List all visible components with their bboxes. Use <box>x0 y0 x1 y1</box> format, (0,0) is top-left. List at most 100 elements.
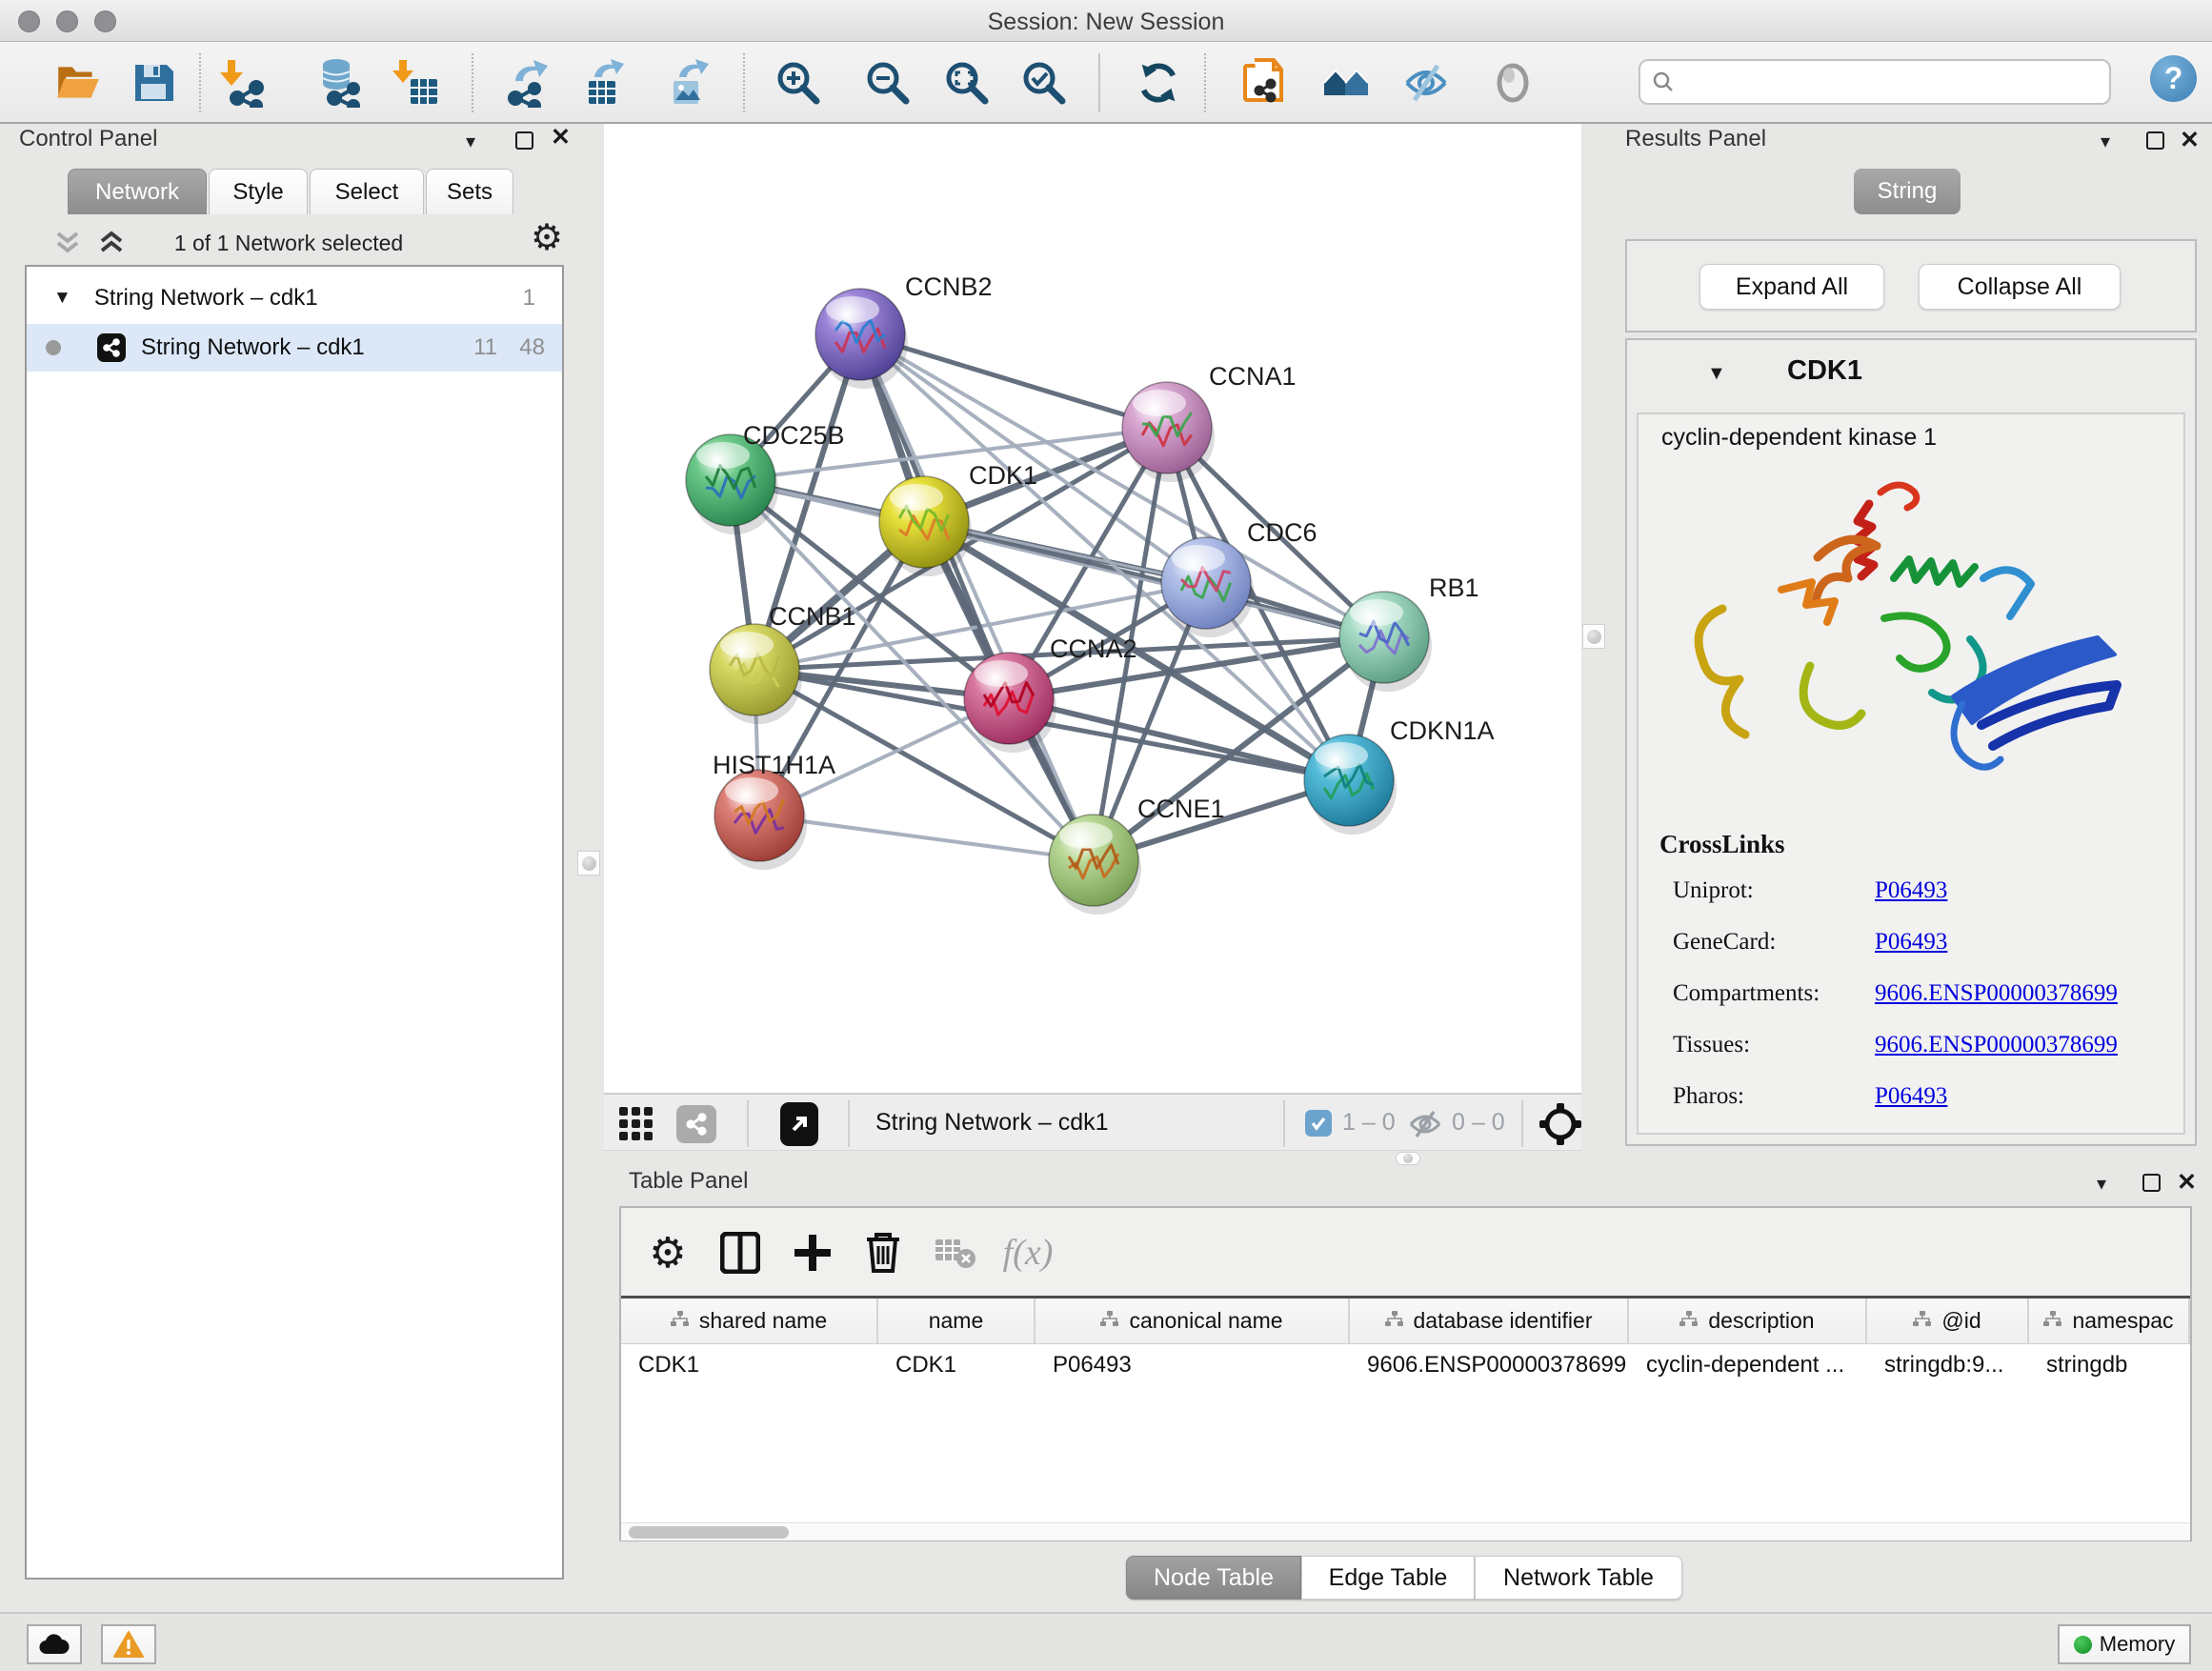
table-row[interactable]: CDK1CDK1P064939606.ENSP00000378699cyclin… <box>621 1344 2190 1386</box>
left-splitter-handle[interactable] <box>577 851 600 876</box>
zoom-out-icon[interactable] <box>861 56 915 110</box>
cell-6[interactable]: stringdb <box>2029 1344 2190 1386</box>
bottom-splitter-handle[interactable] <box>1396 1152 1420 1165</box>
crosslink-link-1[interactable]: P06493 <box>1875 929 1947 956</box>
node-CCNB2[interactable]: CCNB2 <box>815 272 993 389</box>
expand-all-button[interactable]: Expand All <box>1699 264 1884 310</box>
crosslink-link-2[interactable]: 9606.ENSP00000378699 <box>1875 980 2118 1007</box>
help-icon[interactable]: ? <box>2150 55 2197 102</box>
column-header-name[interactable]: name <box>878 1299 1036 1343</box>
crosslink-link-0[interactable]: P06493 <box>1875 877 1947 904</box>
edge-CCNE1-HIST1H1A[interactable] <box>759 815 1094 860</box>
cell-1[interactable]: CDK1 <box>878 1344 1036 1386</box>
zoom-fit-icon[interactable] <box>940 56 994 110</box>
node-CDC6[interactable]: CDC6 <box>1161 518 1317 637</box>
tab-string[interactable]: String <box>1854 169 1961 214</box>
cell-3[interactable]: 9606.ENSP00000378699 <box>1350 1344 1629 1386</box>
node-CCNA1[interactable]: CCNA1 <box>1122 362 1297 482</box>
hierarchy-icon <box>1385 1308 1404 1334</box>
show-columns-icon[interactable] <box>713 1225 768 1280</box>
node-RB1[interactable]: RB1 <box>1339 574 1479 692</box>
node-HIST1H1A[interactable]: HIST1H1A <box>713 751 835 870</box>
node-label-HIST1H1A: HIST1H1A <box>713 751 835 779</box>
network-overview-icon[interactable] <box>676 1105 716 1143</box>
entry-collapse-icon[interactable]: ▼ <box>1707 363 1726 385</box>
export-network-icon[interactable] <box>502 56 555 110</box>
node-CDC25B[interactable]: CDC25B <box>686 421 845 534</box>
collection-expand-icon[interactable]: ▼ <box>53 288 71 309</box>
create-column-icon[interactable] <box>785 1225 840 1280</box>
table-options-gear-icon[interactable]: ⚙ <box>640 1225 695 1280</box>
table-panel-close-icon[interactable]: ✕ <box>2177 1174 2197 1192</box>
scrollbar-thumb[interactable] <box>629 1526 789 1539</box>
results-panel-close-icon[interactable]: ✕ <box>2180 131 2200 150</box>
search-text[interactable] <box>1682 69 2092 95</box>
results-panel-float-icon[interactable] <box>2146 131 2164 150</box>
network-canvas[interactable]: CCNB2CCNA1CDC25BCDK1CDC6RB1CCNB1CCNA2CDK… <box>604 124 1581 1093</box>
tab-sets[interactable]: Sets <box>426 169 513 214</box>
save-session-icon[interactable] <box>127 56 180 110</box>
table-panel-menu-icon[interactable]: ▾ <box>2097 1172 2106 1196</box>
tab-select[interactable]: Select <box>310 169 424 214</box>
hide-selected-icon[interactable] <box>1399 56 1453 110</box>
function-builder-icon[interactable]: f(x) <box>1000 1225 1056 1280</box>
network-row[interactable]: String Network – cdk1 11 48 <box>27 324 562 372</box>
right-splitter-handle[interactable] <box>1582 624 1605 649</box>
column-header--id[interactable]: @id <box>1867 1299 2029 1343</box>
import-network-file-icon[interactable] <box>216 56 270 110</box>
crosslink-link-3[interactable]: 9606.ENSP00000378699 <box>1875 1032 2118 1058</box>
table-panel-float-icon[interactable] <box>2142 1174 2161 1192</box>
import-network-database-icon[interactable] <box>312 56 365 110</box>
warning-button[interactable] <box>101 1624 156 1664</box>
zoom-selected-icon[interactable] <box>1017 56 1071 110</box>
zoom-in-icon[interactable] <box>772 56 825 110</box>
birdseye-view-icon[interactable] <box>780 1102 818 1146</box>
cell-5[interactable]: stringdb:9... <box>1867 1344 2029 1386</box>
column-header-shared-name[interactable]: shared name <box>621 1299 878 1343</box>
network-row-label: String Network – cdk1 <box>141 334 365 361</box>
control-panel-close-icon[interactable]: ✕ <box>551 129 571 150</box>
memory-button[interactable]: Memory <box>2058 1624 2191 1664</box>
grid-view-icon[interactable] <box>619 1107 654 1146</box>
node-CCNE1[interactable]: CCNE1 <box>1049 795 1225 915</box>
column-header-canonical-name[interactable]: canonical name <box>1036 1299 1350 1343</box>
node-label-CCNA1: CCNA1 <box>1209 362 1297 391</box>
refresh-layout-icon[interactable] <box>1132 56 1185 110</box>
open-session-icon[interactable] <box>50 56 104 110</box>
tab-node-table[interactable]: Node Table <box>1126 1556 1301 1600</box>
cell-0[interactable]: CDK1 <box>621 1344 878 1386</box>
tab-style[interactable]: Style <box>209 169 308 214</box>
node-CCNB1[interactable]: CCNB1 <box>710 602 856 724</box>
node-CDKN1A[interactable]: CDKN1A <box>1304 716 1495 835</box>
cell-2[interactable]: P06493 <box>1036 1344 1350 1386</box>
collapse-all-button[interactable]: Collapse All <box>1919 264 2121 310</box>
selected-checkbox-icon[interactable] <box>1305 1110 1332 1137</box>
export-table-icon[interactable] <box>579 56 633 110</box>
tab-network-table[interactable]: Network Table <box>1475 1556 1682 1600</box>
search-input[interactable] <box>1639 59 2111 105</box>
cloud-button[interactable] <box>27 1624 82 1664</box>
control-panel-menu-icon[interactable]: ▾ <box>466 130 475 153</box>
tab-network[interactable]: Network <box>68 169 207 214</box>
network-collection-row[interactable]: ▼ String Network – cdk1 1 <box>27 274 562 322</box>
protein-entry-header[interactable]: ▼ CDK1 <box>1627 340 2195 411</box>
copy-network-icon[interactable] <box>1237 56 1291 110</box>
edge-CCNB2-CCNE1[interactable] <box>860 334 1094 860</box>
export-image-icon[interactable] <box>662 56 715 110</box>
cell-4[interactable]: cyclin-dependent ... <box>1629 1344 1867 1386</box>
delete-table-icon[interactable] <box>928 1225 983 1280</box>
table-horizontal-scrollbar[interactable] <box>621 1522 2190 1540</box>
results-panel-menu-icon[interactable]: ▾ <box>2101 130 2110 153</box>
network-options-gear-icon[interactable]: ⚙ <box>531 216 563 259</box>
control-panel-float-icon[interactable] <box>515 131 533 150</box>
crosslink-link-4[interactable]: P06493 <box>1875 1083 1947 1110</box>
column-header-database-identifier[interactable]: database identifier <box>1350 1299 1629 1343</box>
column-header-description[interactable]: description <box>1629 1299 1867 1343</box>
tab-edge-table[interactable]: Edge Table <box>1301 1556 1475 1600</box>
column-header-namespac[interactable]: namespac <box>2029 1299 2190 1343</box>
home-icon[interactable] <box>1319 56 1373 110</box>
show-all-icon[interactable] <box>1486 56 1539 110</box>
delete-column-icon[interactable] <box>855 1225 911 1280</box>
fit-selected-crosshair-icon[interactable] <box>1538 1101 1583 1152</box>
import-table-file-icon[interactable] <box>390 56 443 110</box>
